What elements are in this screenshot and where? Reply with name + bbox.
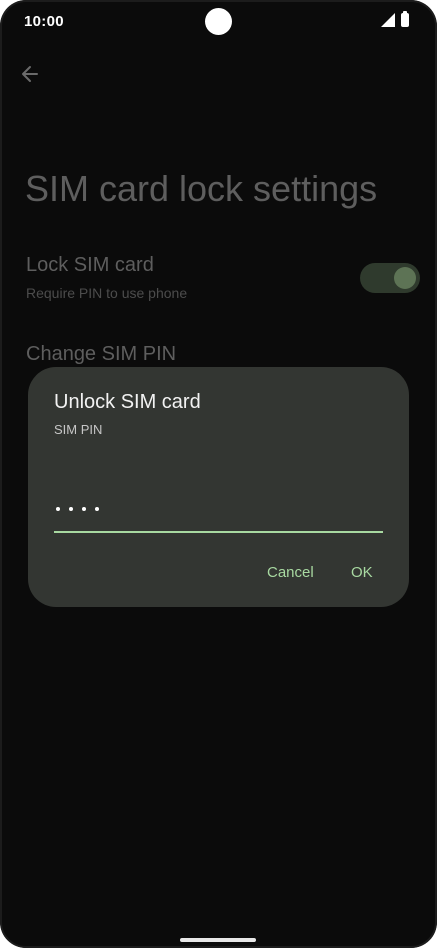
lock-sim-card-row[interactable]: Lock SIM card Require PIN to use phone [0, 248, 437, 312]
dialog-subtitle: SIM PIN [54, 422, 103, 437]
phone-screen: 10:00 SIM card lock settings Lock SIM ca… [0, 0, 437, 948]
arrow-back-icon [22, 66, 38, 82]
navigation-handle[interactable] [180, 938, 256, 942]
page-title: SIM card lock settings [25, 168, 378, 209]
cancel-button[interactable]: Cancel [261, 560, 320, 585]
lock-sim-card-title: Lock SIM card [26, 254, 154, 276]
lock-sim-card-summary: Require PIN to use phone [26, 285, 188, 301]
back-button[interactable] [16, 60, 44, 88]
toggle-thumb [394, 267, 416, 289]
unlock-sim-dialog: Unlock SIM card SIM PIN •••• Cancel OK [28, 367, 409, 607]
ok-button[interactable]: OK [345, 560, 379, 585]
change-sim-pin-label: Change SIM PIN [26, 343, 177, 365]
dialog-title: Unlock SIM card [54, 391, 201, 413]
lock-sim-card-toggle[interactable] [360, 263, 420, 293]
sim-pin-input[interactable] [54, 500, 383, 533]
